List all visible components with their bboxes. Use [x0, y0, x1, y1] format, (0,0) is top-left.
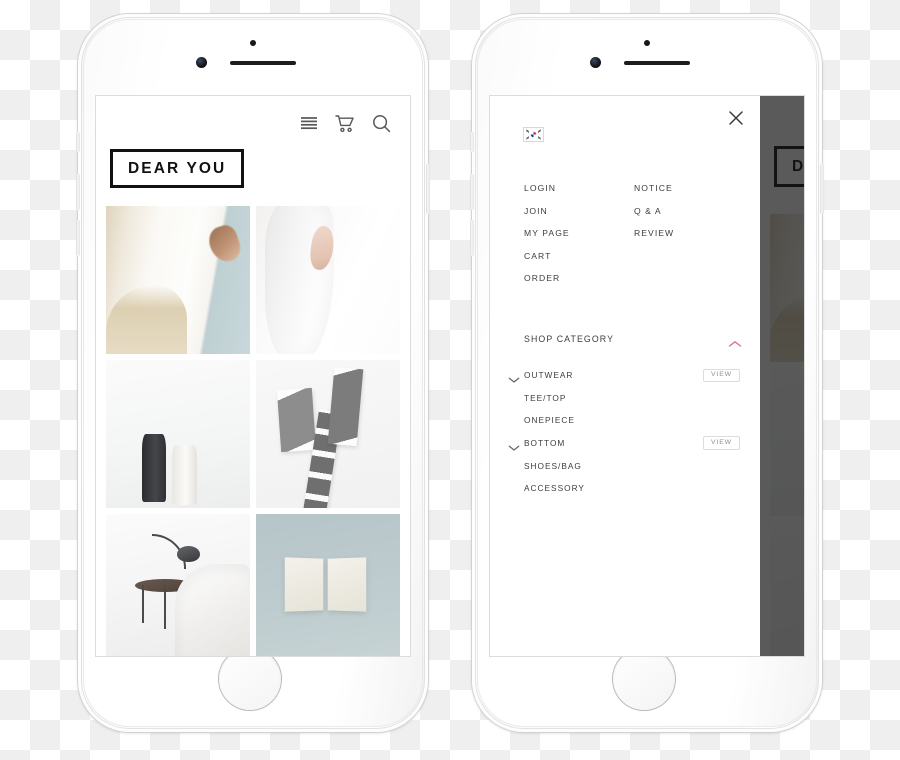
category-label: OUTWEAR — [524, 370, 574, 381]
ambient-sensor-dot — [250, 40, 256, 46]
mute-switch[interactable] — [470, 132, 474, 152]
photo-white-dress[interactable] — [256, 205, 400, 354]
table-leg — [163, 584, 166, 629]
chevron-down-icon[interactable] — [508, 371, 520, 383]
category-row-onepiece[interactable]: ONEPIECE — [508, 409, 742, 432]
view-button-bottom[interactable]: VIEW — [703, 436, 740, 450]
search-icon[interactable] — [370, 112, 392, 134]
menu-overlay-screen: DEAR YOU — [490, 96, 804, 656]
menu-item-review[interactable]: REVIEW — [634, 222, 748, 245]
brand-logo-text: DEAR YOU — [128, 160, 227, 177]
menu-item-join[interactable]: JOIN — [524, 200, 634, 223]
photo-grid — [106, 205, 400, 656]
book-right-page — [327, 557, 366, 612]
shop-category-header[interactable]: SHOP CATEGORY — [524, 334, 742, 347]
photo-open-book[interactable] — [256, 513, 400, 656]
category-label: BOTTOM — [524, 438, 566, 449]
category-label: ACCESSORY — [524, 483, 585, 494]
home-button[interactable] — [219, 648, 281, 710]
power-button[interactable] — [820, 164, 824, 214]
photo-vases[interactable] — [106, 359, 250, 508]
home-button[interactable] — [613, 648, 675, 710]
chevron-up-icon[interactable] — [728, 335, 742, 347]
chevron-down-icon[interactable] — [508, 439, 520, 451]
menu-item-notice[interactable]: NOTICE — [634, 177, 748, 200]
volume-up-button[interactable] — [76, 174, 80, 210]
category-label: SHOES/BAG — [524, 460, 582, 471]
table-leg — [142, 584, 144, 623]
menu-item-cart[interactable]: CART — [524, 245, 634, 268]
front-camera-icon — [196, 57, 207, 68]
brand-logo-box[interactable]: DEAR YOU — [110, 149, 245, 188]
earpiece-speaker — [624, 61, 690, 65]
photo-polaroids[interactable] — [256, 359, 400, 508]
category-row-bottom[interactable]: BOTTOM VIEW — [508, 432, 742, 455]
earpiece-speaker — [230, 61, 296, 65]
menu-item-order[interactable]: ORDER — [524, 267, 634, 290]
mute-switch[interactable] — [76, 132, 80, 152]
storefront-page: DEAR YOU — [96, 96, 410, 656]
hamburger-menu-icon[interactable] — [298, 112, 320, 134]
menu-item-qa[interactable]: Q & A — [634, 200, 748, 223]
photo-bedroom[interactable] — [106, 513, 250, 656]
category-label: ONEPIECE — [524, 415, 575, 426]
account-menu-links: LOGIN NOTICE JOIN Q & A MY PAGE REVIEW C… — [524, 177, 748, 290]
category-row-tee-top[interactable]: TEE/TOP — [508, 387, 742, 410]
volume-down-button[interactable] — [470, 220, 474, 256]
category-row-outwear[interactable]: OUTWEAR VIEW — [508, 364, 742, 387]
photo-curtain-window[interactable] — [106, 205, 250, 354]
close-icon[interactable] — [726, 108, 746, 128]
scene: DEAR YOU LOGIN NOTICE JOIN Q & A MY PAGE… — [0, 0, 900, 760]
bed-duvet — [175, 563, 250, 656]
store-topbar — [96, 96, 410, 138]
menu-page: DEAR YOU — [490, 96, 804, 656]
category-label: TEE/TOP — [524, 392, 567, 403]
shopping-cart-icon[interactable] — [334, 112, 356, 134]
menu-item-login[interactable]: LOGIN — [524, 177, 634, 200]
shop-category-list: OUTWEAR VIEW TEE/TOP ONEPIECE BOTTOM VIE… — [508, 364, 742, 500]
lamp-head — [176, 546, 200, 563]
shop-category-label: SHOP CATEGORY — [524, 334, 615, 344]
dimmed-page-strip[interactable]: DEAR YOU — [760, 96, 804, 656]
menu-item-mypage[interactable]: MY PAGE — [524, 222, 634, 245]
category-row-accessory[interactable]: ACCESSORY — [508, 477, 742, 500]
view-button-outwear[interactable]: VIEW — [703, 368, 740, 382]
photo-strip — [302, 408, 342, 508]
volume-down-button[interactable] — [76, 220, 80, 256]
dim-overlay-veil[interactable] — [760, 96, 804, 656]
ambient-sensor-dot — [644, 40, 650, 46]
front-camera-icon — [590, 57, 601, 68]
volume-up-button[interactable] — [470, 174, 474, 210]
book-left-page — [284, 557, 323, 612]
power-button[interactable] — [426, 164, 430, 214]
category-row-shoes-bag[interactable]: SHOES/BAG — [508, 454, 742, 477]
korea-flag-icon[interactable] — [524, 128, 543, 141]
storefront-screen: DEAR YOU — [96, 96, 410, 656]
slide-menu-panel: LOGIN NOTICE JOIN Q & A MY PAGE REVIEW C… — [490, 96, 760, 656]
